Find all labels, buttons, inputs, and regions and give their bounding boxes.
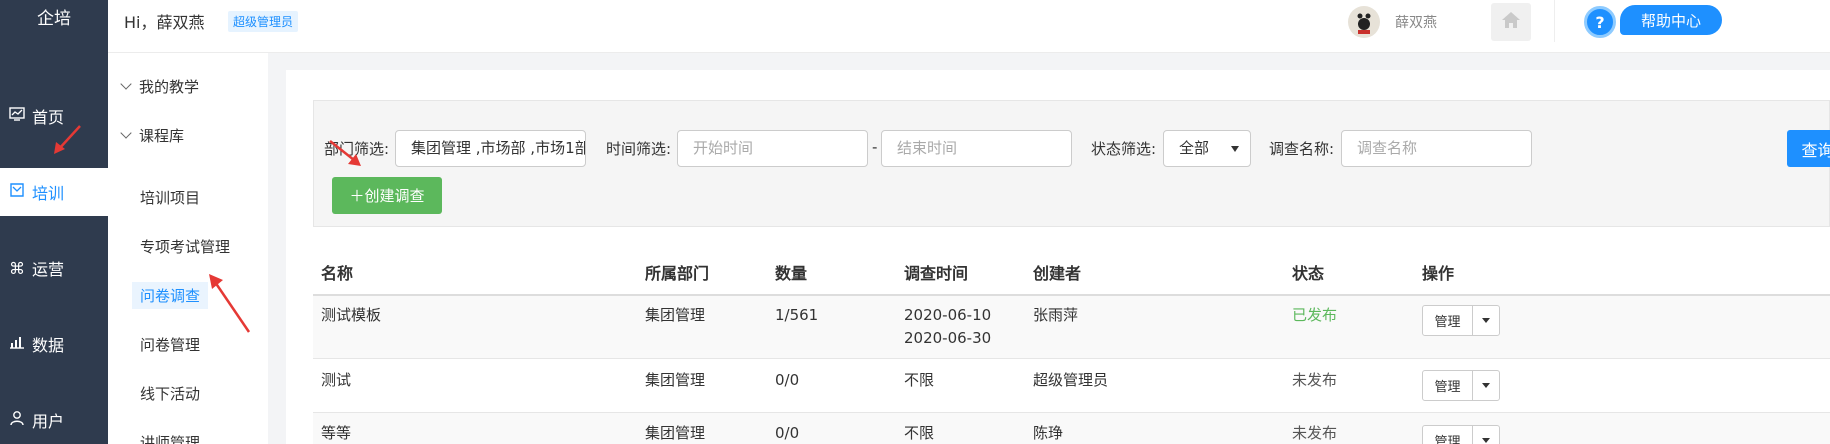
submenu-link-offline-activities[interactable]: 线下活动 <box>132 380 208 407</box>
nav-item-data[interactable]: 数据 <box>0 320 108 368</box>
app: 企培 首页 培训 ⌘ 运营 数据 用户 Hi，薛双燕 超级管理员 薛双燕 ? 帮… <box>0 0 1830 444</box>
manage-dropdown-toggle[interactable] <box>1473 371 1499 400</box>
survey-dept: 集团管理 <box>645 424 706 442</box>
status-select[interactable]: 全部 <box>1163 130 1251 167</box>
column-header: 所属部门 <box>645 264 710 283</box>
end-time-input[interactable]: 结束时间 <box>881 130 1072 167</box>
time-filter-label: 时间筛选: <box>606 140 672 158</box>
manage-dropdown-toggle[interactable] <box>1473 426 1499 444</box>
nav-item-home[interactable]: 首页 <box>0 92 108 140</box>
dashboard-icon <box>6 107 28 125</box>
status-unpublished: 未发布 <box>1292 371 1338 389</box>
survey-count: 0/0 <box>775 424 800 442</box>
caret-down-icon <box>1231 146 1239 152</box>
home-icon <box>1501 11 1521 33</box>
filter-bar: 部门筛选: 集团管理 ,市场部 ,市场1部 , 时间筛选: 开始时间 - 结束时… <box>313 100 1830 227</box>
operations-icon: ⌘ <box>9 258 25 278</box>
manage-split-button[interactable]: 管理 <box>1422 425 1500 444</box>
nav-item-operations[interactable]: ⌘ 运营 <box>0 244 108 292</box>
user-icon <box>6 410 28 430</box>
survey-time: 不限 <box>904 371 935 389</box>
submenu-group-label: 我的教学 <box>139 78 200 96</box>
table-row[interactable]: 测试 集团管理 0/0 不限 超级管理员 未发布 管理 <box>313 359 1830 413</box>
survey-name[interactable]: 测试模板 <box>321 304 381 327</box>
status-select-value: 全部 <box>1179 139 1210 157</box>
survey-creator: 张雨萍 <box>1033 306 1079 324</box>
status-published: 已发布 <box>1292 306 1338 324</box>
submenu-link-questionnaire-management[interactable]: 问卷管理 <box>132 331 208 358</box>
survey-time-end: 2020-06-30 <box>904 329 992 347</box>
main-nav: 企培 首页 培训 ⌘ 运营 数据 用户 <box>0 0 108 444</box>
column-header: 数量 <box>775 264 808 283</box>
avatar[interactable] <box>1348 6 1380 38</box>
time-range-separator: - <box>872 138 878 156</box>
column-header: 创建者 <box>1033 264 1082 283</box>
submenu-link-survey[interactable]: 问卷调查 <box>132 282 209 309</box>
training-icon <box>6 182 28 202</box>
content-panel: 部门筛选: 集团管理 ,市场部 ,市场1部 , 时间筛选: 开始时间 - 结束时… <box>286 70 1830 444</box>
nav-item-label: 首页 <box>32 108 65 127</box>
top-header: Hi，薛双燕 超级管理员 薛双燕 ? 帮助中心 <box>108 0 1830 53</box>
status-unpublished: 未发布 <box>1292 424 1338 442</box>
column-header: 状态 <box>1292 264 1325 283</box>
start-time-input[interactable]: 开始时间 <box>677 130 868 167</box>
sub-menu: 我的教学 课程库 培训项目 专项考试管理 问卷调查 问卷管理 线下活动 讲师管理 <box>108 53 268 444</box>
chart-icon <box>6 335 28 353</box>
manage-button[interactable]: 管理 <box>1423 306 1473 335</box>
table-header: 名称 所属部门 数量 调查时间 创建者 状态 操作 <box>313 252 1830 296</box>
nav-item-label: 用户 <box>32 412 65 431</box>
submenu-link-exam-management[interactable]: 专项考试管理 <box>132 233 238 260</box>
nav-item-label: 数据 <box>32 336 65 355</box>
help-center-label: 帮助中心 <box>1620 5 1722 35</box>
query-button[interactable]: 查询 <box>1787 130 1830 167</box>
survey-count: 0/0 <box>775 371 800 389</box>
caret-down-icon <box>1482 318 1490 323</box>
nav-item-label: 运营 <box>32 260 65 279</box>
status-filter-label: 状态筛选: <box>1091 140 1157 158</box>
survey-name-input[interactable]: 调查名称 <box>1341 130 1532 167</box>
survey-dept: 集团管理 <box>645 371 706 389</box>
role-badge: 超级管理员 <box>228 11 299 32</box>
chevron-down-icon <box>120 127 132 139</box>
survey-name[interactable]: 测试 <box>321 369 351 392</box>
logo: 企培 <box>37 9 71 29</box>
manage-button[interactable]: 管理 <box>1423 426 1473 444</box>
help-icon: ? <box>1584 6 1616 38</box>
survey-creator: 陈琤 <box>1033 424 1064 442</box>
caret-down-icon <box>1482 383 1490 388</box>
survey-time-start: 2020-06-10 <box>904 306 992 324</box>
dept-filter-input[interactable]: 集团管理 ,市场部 ,市场1部 , <box>395 130 586 167</box>
manage-dropdown-toggle[interactable] <box>1473 306 1499 335</box>
column-header: 操作 <box>1422 264 1455 283</box>
survey-count: 1/561 <box>775 306 819 324</box>
column-header: 调查时间 <box>904 264 969 283</box>
user-name[interactable]: 薛双燕 <box>1395 12 1437 32</box>
chevron-down-icon <box>120 78 132 90</box>
survey-time: 不限 <box>904 424 935 442</box>
submenu-link-training-projects[interactable]: 培训项目 <box>132 184 208 211</box>
header-divider <box>1554 0 1555 42</box>
submenu-group-course-library[interactable]: 课程库 <box>120 125 185 146</box>
caret-down-icon <box>1482 438 1490 443</box>
submenu-link-lecturer-management[interactable]: 讲师管理 <box>132 429 208 444</box>
manage-button[interactable]: 管理 <box>1423 371 1473 400</box>
greeting: Hi，薛双燕 <box>124 13 205 32</box>
nav-item-training[interactable]: 培训 <box>0 168 108 216</box>
manage-split-button[interactable]: 管理 <box>1422 370 1500 401</box>
manage-split-button[interactable]: 管理 <box>1422 305 1500 336</box>
column-header: 名称 <box>321 264 354 283</box>
name-filter-label: 调查名称: <box>1269 140 1335 158</box>
nav-item-label: 培训 <box>32 184 65 203</box>
table-row[interactable]: 测试模板 集团管理 1/561 2020-06-10 2020-06-30 张雨… <box>313 296 1830 359</box>
survey-creator: 超级管理员 <box>1033 371 1109 389</box>
submenu-group-my-teaching[interactable]: 我的教学 <box>120 76 200 97</box>
submenu-group-label: 课程库 <box>139 127 185 145</box>
nav-item-users[interactable]: 用户 <box>0 396 108 444</box>
table-row[interactable]: 等等 集团管理 0/0 不限 陈琤 未发布 管理 <box>313 413 1830 444</box>
home-button[interactable] <box>1491 3 1531 41</box>
survey-dept: 集团管理 <box>645 306 706 324</box>
dept-filter-label: 部门筛选: <box>324 140 390 158</box>
survey-name[interactable]: 等等 <box>321 422 351 444</box>
create-survey-button[interactable]: ＋创建调查 <box>332 177 442 214</box>
